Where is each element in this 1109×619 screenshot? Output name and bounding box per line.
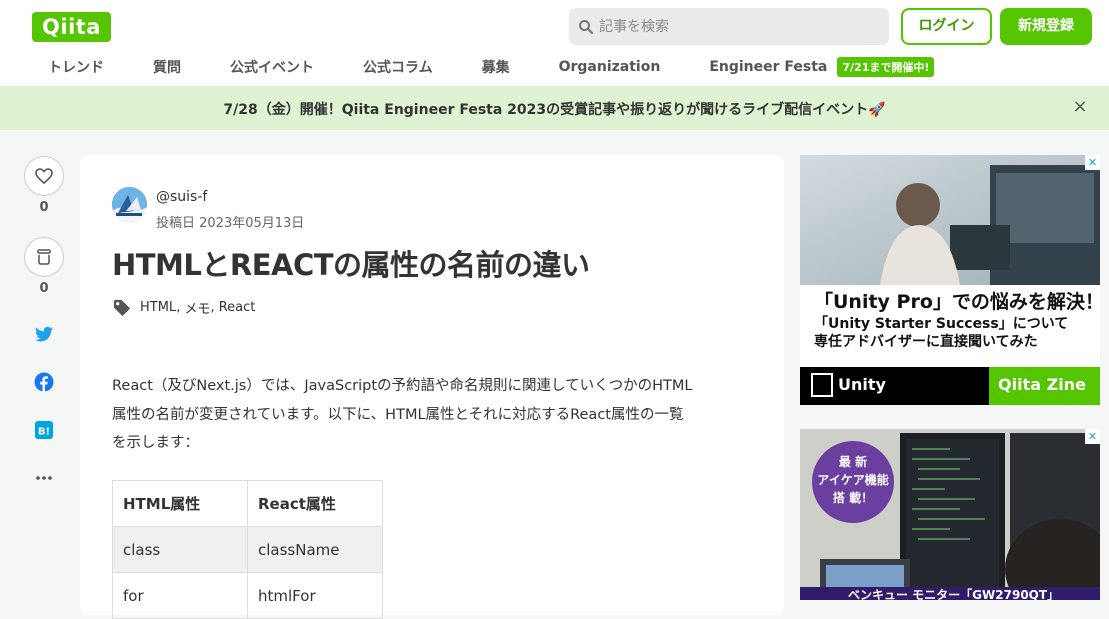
table-header-row: HTML属性 React属性	[112, 480, 383, 527]
like-button[interactable]	[24, 156, 64, 196]
attribute-table: HTML属性 React属性 class className for htmlF…	[112, 480, 383, 619]
search-icon	[579, 20, 594, 35]
body-line: React（及びNext.js）では、JavaScriptの予約語や命名規則に関…	[112, 378, 693, 394]
twitter-icon[interactable]	[34, 324, 54, 344]
avatar-image	[112, 187, 147, 222]
tag-react[interactable]: React	[219, 300, 256, 315]
ad-benq[interactable]: 最 新 アイケア機能 搭 載！ ベンキュー モニター「GW2790QT」 ✕	[800, 429, 1100, 600]
stock-icon	[37, 249, 51, 265]
body-line: を示します：	[112, 435, 199, 451]
ad-benq-caption: ベンキュー モニター「GW2790QT」	[848, 588, 1060, 600]
hatena-bookmark-icon[interactable]: B!	[34, 420, 54, 440]
body-line: 属性の名前が変更されています。以下に、HTML属性とそれに対応するReact属性…	[112, 406, 684, 423]
table-cell: className	[247, 526, 383, 573]
posted-date: 投稿日 2023年05月13日	[156, 216, 305, 231]
global-nav: トレンド 質問 公式イベント 公式コラム 募集 Organization Eng…	[32, 56, 935, 78]
avatar[interactable]	[112, 187, 147, 222]
article-body: React（及びNext.js）では、JavaScriptの予約語や命名規則に関…	[112, 372, 752, 458]
ad-unity-line3: 専任アドバイザーに直接聞いてみた	[814, 334, 1038, 350]
ad-unity-image	[800, 155, 1100, 405]
nav-item-question[interactable]: 質問	[137, 57, 181, 77]
ad-close-icon[interactable]: ✕	[1085, 429, 1100, 444]
ad-unity-line1: 「Unity Pro」での悩みを解決！	[814, 291, 1100, 313]
nav-item-engineer-festa-label: Engineer Festa	[709, 59, 828, 75]
tag-separator: ,	[176, 300, 185, 315]
ad-close-icon[interactable]: ✕	[1085, 155, 1100, 170]
search-box[interactable]	[569, 8, 889, 45]
nav-item-trend[interactable]: トレンド	[32, 57, 104, 77]
facebook-icon[interactable]	[34, 372, 54, 392]
tag-list: HTML, メモ, React	[112, 298, 255, 317]
svg-text:B!: B!	[38, 427, 50, 438]
tag-icon	[113, 299, 131, 317]
article-title: HTMLとREACTの属性の名前の違い	[112, 248, 590, 282]
banner-text[interactable]: 7/28（金）開催！Qiita Engineer Festa 2023の受賞記事…	[0, 99, 1109, 119]
ad-unity-brand-left: Unity	[838, 375, 886, 394]
nav-item-organization[interactable]: Organization	[543, 59, 661, 75]
site-header: Qiita ログイン 新規登録 トレンド 質問 公式イベント 公式コラム 募集 …	[0, 0, 1109, 86]
ad-unity[interactable]: 「Unity Pro」での悩みを解決！ 「Unity Starter Succe…	[800, 155, 1100, 405]
close-icon[interactable]: ×	[1071, 97, 1089, 117]
login-button[interactable]: ログイン	[901, 8, 992, 45]
nav-item-official-events[interactable]: 公式イベント	[214, 57, 314, 77]
author-username[interactable]: @suis-f	[156, 189, 207, 205]
nav-item-engineer-festa[interactable]: Engineer Festa 7/21まで開催中!	[693, 57, 935, 77]
tag-memo[interactable]: メモ	[184, 298, 210, 317]
qiita-logo[interactable]: Qiita	[32, 12, 111, 42]
heart-icon	[35, 168, 53, 185]
table-row: for htmlFor	[112, 572, 383, 619]
table-row: class className	[112, 526, 383, 573]
like-count: 0	[39, 200, 49, 215]
ad-benq-badge: 最 新 アイケア機能 搭 載！	[812, 441, 894, 523]
festa-badge: 7/21まで開催中!	[837, 57, 935, 77]
ad-unity-brand-right: Qiita Zine	[998, 375, 1086, 394]
tag-html[interactable]: HTML	[140, 300, 176, 315]
nav-item-official-columns[interactable]: 公式コラム	[347, 57, 433, 77]
tag-separator: ,	[210, 300, 219, 315]
signup-button[interactable]: 新規登録	[1000, 8, 1092, 45]
stock-button[interactable]	[24, 237, 64, 277]
table-header: HTML属性	[112, 480, 248, 527]
nav-item-recruit[interactable]: 募集	[466, 57, 510, 77]
table-cell: htmlFor	[247, 572, 383, 619]
table-header: React属性	[247, 480, 383, 527]
search-input[interactable]	[599, 8, 879, 45]
table-cell: for	[112, 572, 248, 619]
stock-count: 0	[39, 281, 49, 296]
ad-unity-line2: 「Unity Starter Success」について	[814, 316, 1069, 332]
event-banner[interactable]: 7/28（金）開催！Qiita Engineer Festa 2023の受賞記事…	[0, 86, 1109, 130]
more-icon[interactable]	[34, 468, 54, 488]
table-cell: class	[112, 526, 248, 573]
